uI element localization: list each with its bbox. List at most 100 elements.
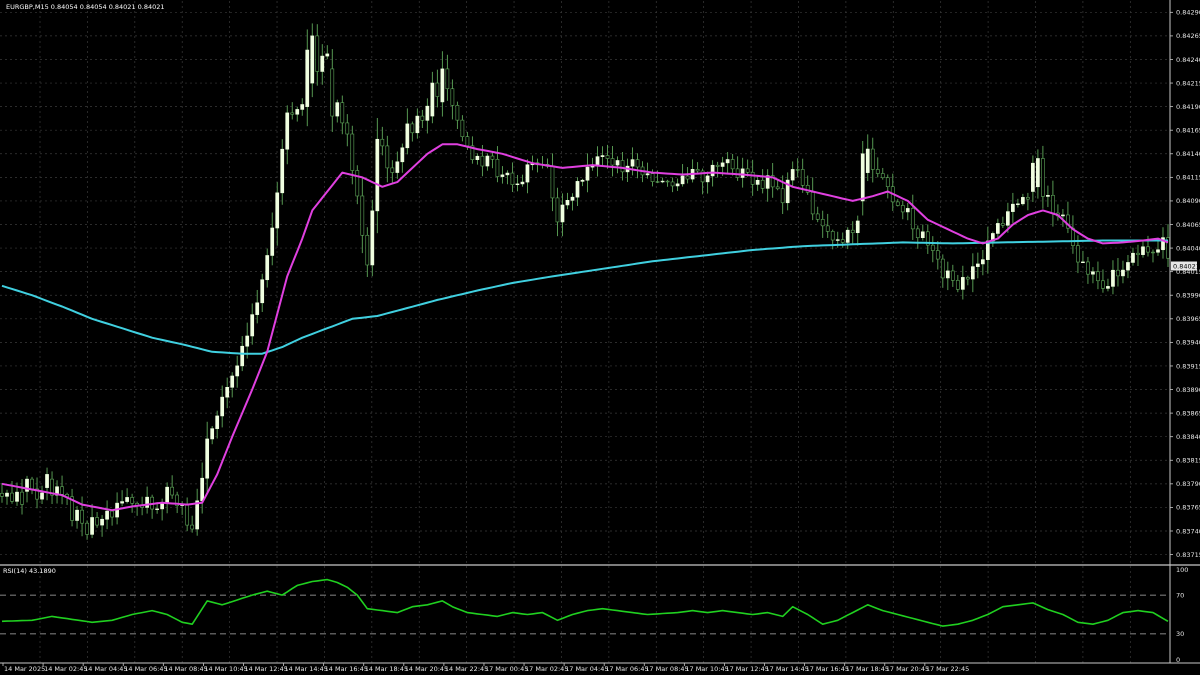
candle-bull [580,179,585,182]
candle-bear [950,270,955,281]
rsi-tick-label: 70 [1176,591,1184,599]
candle-bear [670,181,675,187]
candle-bull [855,220,860,234]
candle-bull [725,159,730,164]
candle-bear [830,231,835,241]
candle-bull [405,123,410,149]
price-tick-label: 0.83915 [1176,362,1200,370]
candle-bear [420,115,425,121]
price-tick-label: 0.83940 [1176,339,1200,347]
candle-bull [1141,246,1145,255]
candle-bull [630,159,635,167]
candle-bear [810,192,815,215]
candle-bull [705,175,710,183]
time-tick-label: 17 Mar 04:45 [565,665,608,673]
time-tick-label: 14 Mar 06:45 [124,665,167,673]
candle-bull [40,492,44,500]
candle-bull [1081,261,1085,264]
candle-bear [1146,246,1150,253]
time-tick-label: 14 Mar 16:45 [325,665,368,673]
candle-bull [920,231,925,238]
candle-bull [335,102,340,117]
candle-bull [525,164,530,183]
candle-bull [210,428,215,440]
candle-bull [945,270,950,279]
time-tick-label: 17 Mar 14:45 [766,665,809,673]
candle-bull [740,168,745,178]
candle-bull [475,155,480,160]
time-tick-label: 17 Mar 22:45 [926,665,969,673]
candle-bear [85,522,89,535]
candle-bull [1126,262,1130,271]
candle-bear [445,68,450,90]
candle-bear [730,159,735,170]
candle-bear [650,173,655,182]
price-tick-label: 0.84090 [1176,197,1200,205]
candle-bull [585,166,590,181]
time-tick-label: 14 Mar 08:45 [164,665,207,673]
candle-bear [910,208,915,230]
candle-bear [665,180,670,183]
candle-bull [1106,286,1110,289]
candle-bear [685,175,690,180]
candle-bull [155,508,159,510]
candle-bear [815,213,820,220]
price-tick-label: 0.83865 [1176,409,1200,417]
candle-bear [885,177,890,187]
price-tick-label: 0.84265 [1176,32,1200,40]
candle-bear [495,158,500,177]
candle-bear [290,112,295,115]
candle-bull [105,510,109,520]
candle-bear [340,102,345,124]
price-tick-label: 0.84190 [1176,103,1200,111]
candle-bull [505,172,510,176]
candle-bear [450,88,455,106]
candle-bear [1136,252,1140,255]
candle-bear [1151,251,1155,254]
candle-bear [940,258,945,279]
candle-bear [490,155,495,160]
candle-bull [970,266,975,280]
candle-bull [1061,214,1065,217]
candle-bear [605,155,610,159]
candle-bear [95,517,99,526]
time-tick-label: 17 Mar 18:45 [846,665,889,673]
candle-bull [680,175,685,185]
candle-bull [15,491,19,502]
current-price-label: 0.84021 [1173,262,1200,270]
candle-bear [825,225,830,232]
time-tick-label: 17 Mar 12:45 [725,665,768,673]
candle-bull [275,192,280,229]
price-tick-label: 0.84290 [1176,9,1200,17]
candle-bear [895,201,900,206]
candle-bear [410,123,415,134]
candle-bull [660,180,665,183]
candle-bear [20,491,24,505]
candle-bull [285,112,290,150]
candle-bull [5,492,9,497]
price-tick-label: 0.83790 [1176,480,1200,488]
candle-bull [1016,203,1020,205]
candle-bull [595,156,600,167]
candle-bull [425,105,430,121]
candle-bear [880,173,885,179]
candle-bear [465,136,470,147]
candle-bull [260,279,265,304]
candle-bear [745,168,750,173]
candle-bear [760,179,765,189]
price-tick-label: 0.84065 [1176,221,1200,229]
candle-bull [100,518,104,526]
candle-bull [75,509,79,521]
candle-bull [265,255,270,281]
trading-chart[interactable]: 0.84290 0.84265 0.84240 0.84215 0.84190 0.841… [0,0,1200,675]
candle-bear [510,172,515,185]
candle-bear [870,148,875,170]
candle-bull [790,169,795,181]
rsi-tick-label: 0 [1176,656,1180,664]
candle-bull [215,415,220,429]
candle-bear [840,239,845,243]
candle-bear [1076,245,1080,263]
candle-bear [795,169,800,171]
time-tick-label: 17 Mar 06:45 [605,665,648,673]
candle-bull [280,148,285,194]
